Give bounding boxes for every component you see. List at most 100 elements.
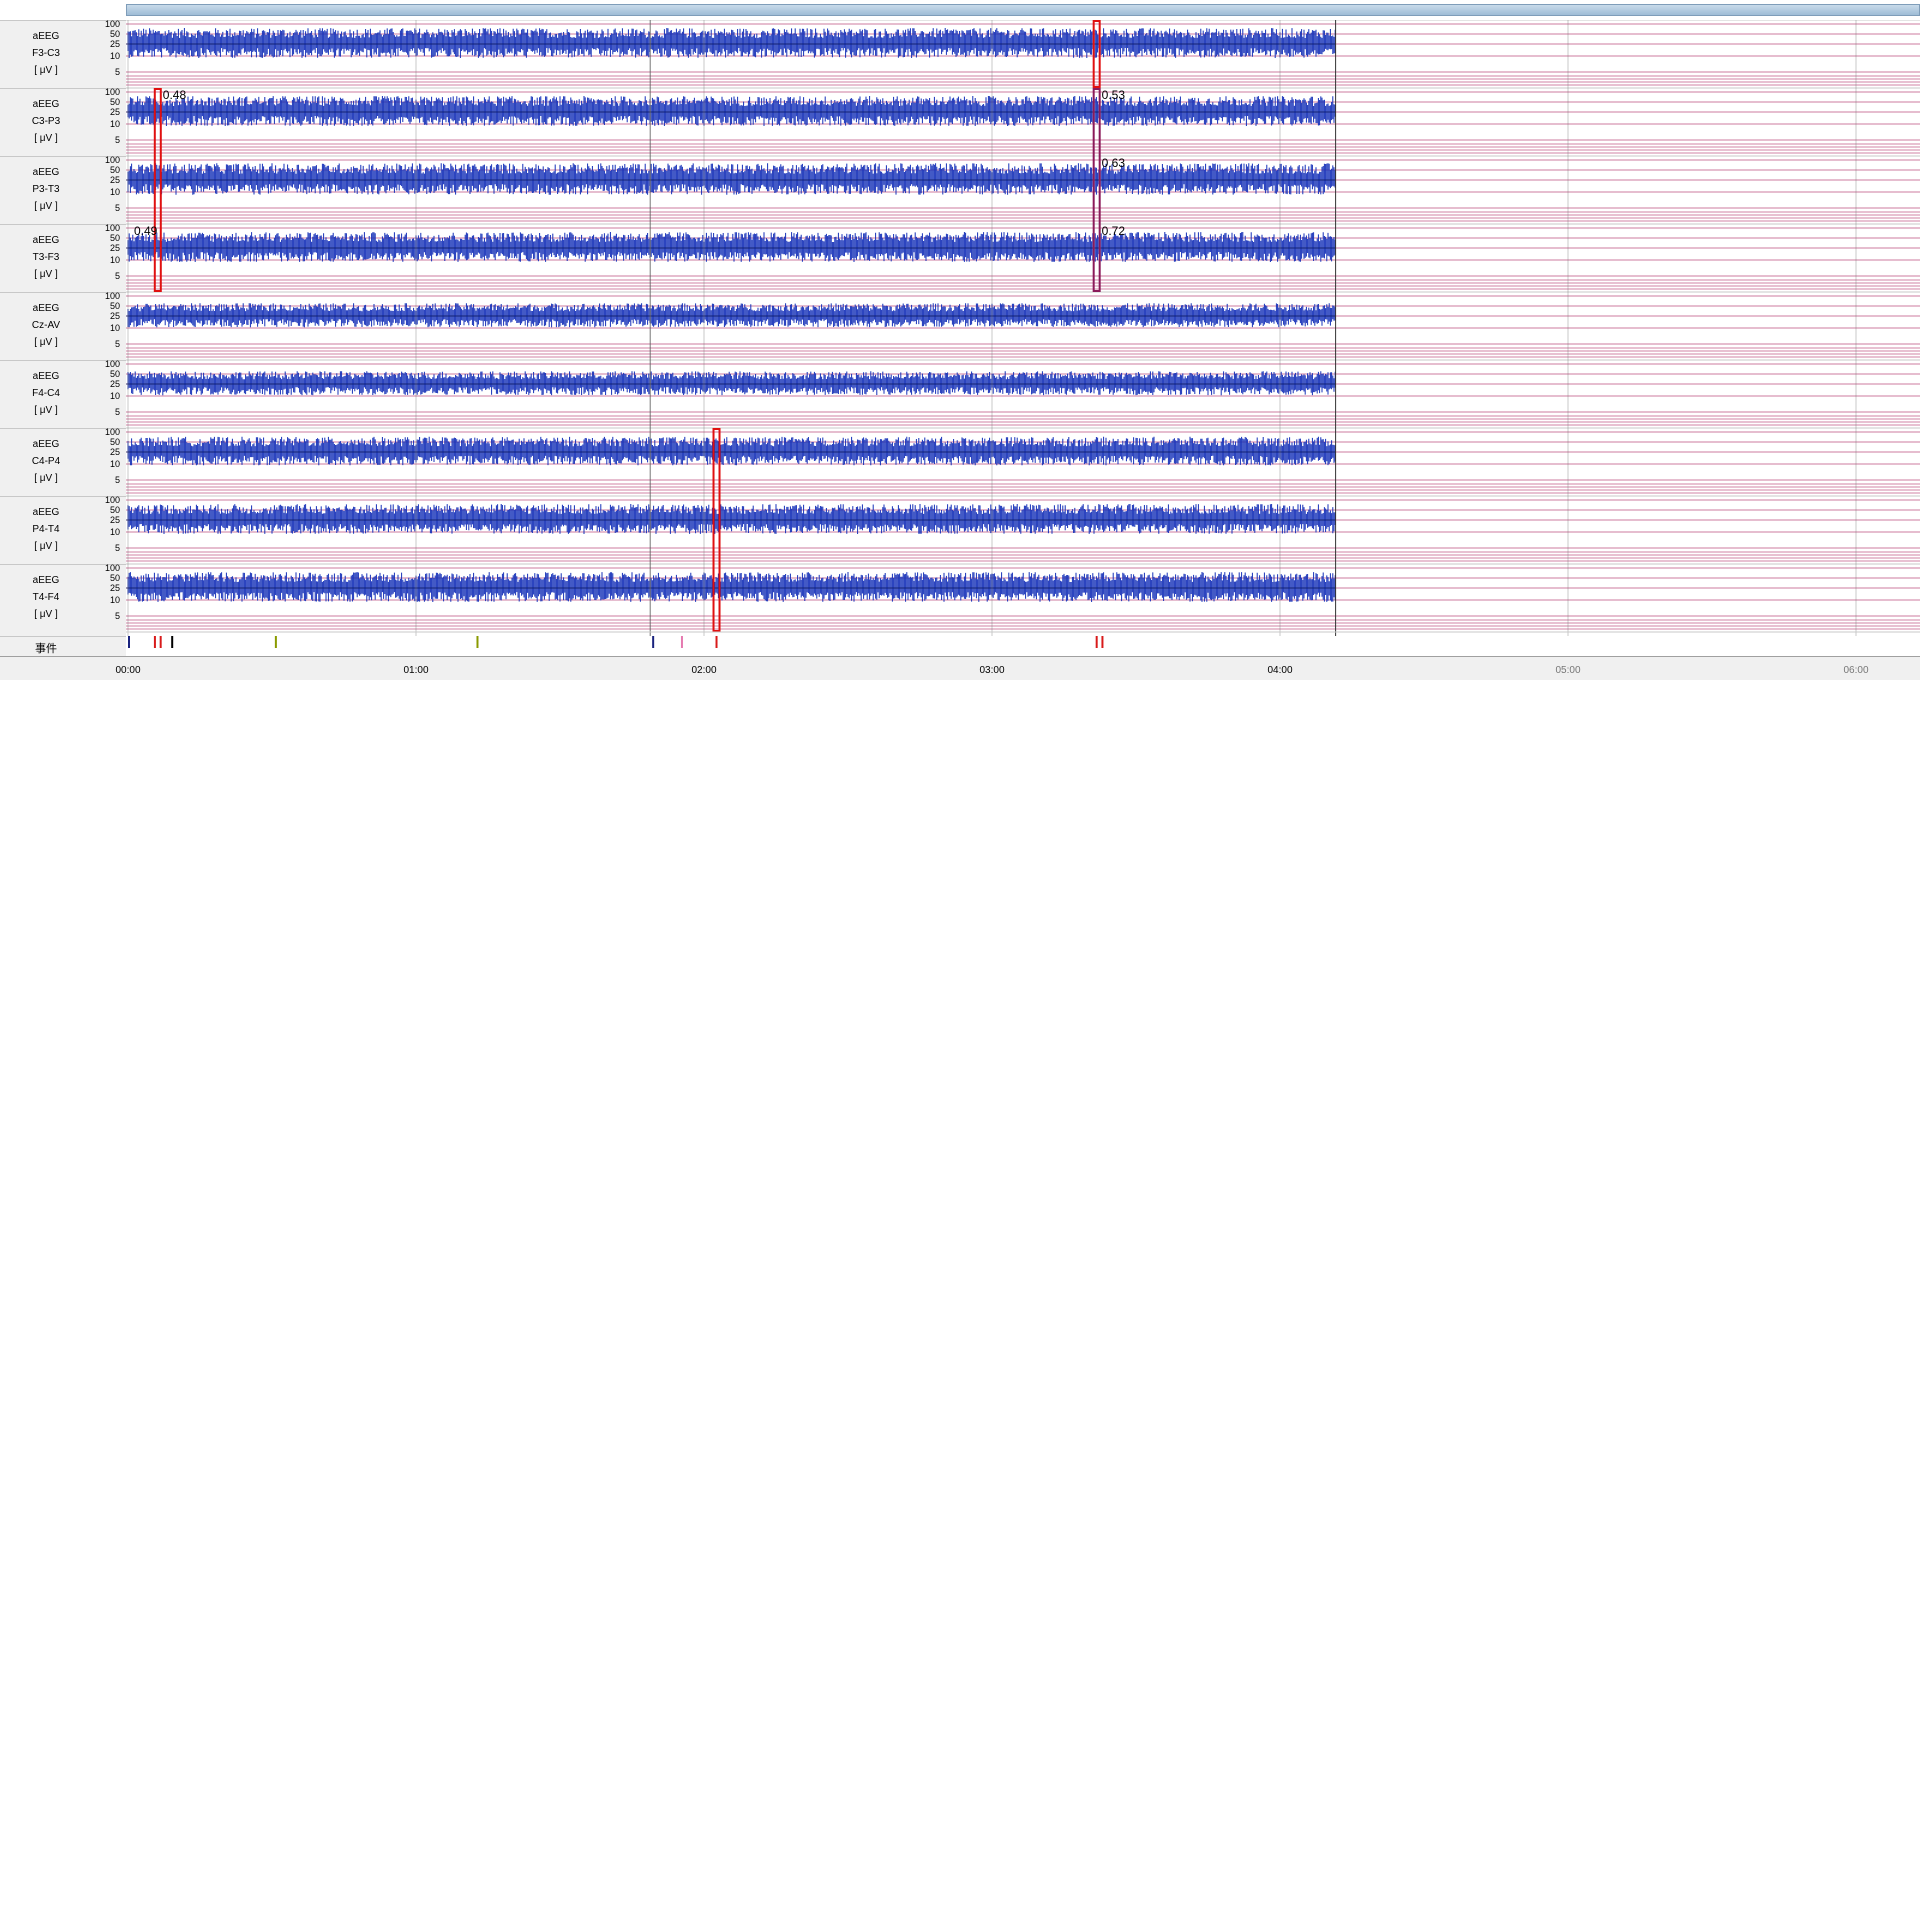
amplitude-tick: 25	[109, 515, 120, 525]
amplitude-tick: 5	[114, 543, 120, 553]
event-marker	[476, 636, 479, 648]
events-row-label: 事件	[0, 636, 126, 656]
amplitude-tick: 25	[109, 583, 120, 593]
channel-unit: [ μV ]	[34, 609, 58, 620]
channel-trace-f4-c4	[126, 359, 1920, 426]
annotation-value: 0.49	[134, 224, 158, 238]
amplitude-tick: 5	[114, 67, 120, 77]
event-marker	[1101, 636, 1104, 648]
time-axis: 00:00 01:00 02:00 03:00 04:00 05:00 06:00	[0, 656, 1920, 680]
channel-label-t4-f4[interactable]: aEEG T4-F4 [ μV ] 100 50 25 10 5	[0, 563, 126, 632]
channel-lead: F4-C4	[32, 388, 60, 399]
channel-type: aEEG	[32, 235, 60, 246]
amplitude-tick: 25	[109, 447, 120, 457]
channel-lead: P4-T4	[32, 524, 60, 535]
amplitude-tick: 50	[109, 97, 120, 107]
amplitude-tick: 100	[104, 291, 120, 301]
channel-trace-t3-f3	[126, 223, 1920, 290]
amplitude-tick: 5	[114, 339, 120, 349]
amplitude-tick: 5	[114, 135, 120, 145]
amplitude-tick: 100	[104, 223, 120, 233]
aeeg-band	[127, 96, 1336, 126]
amplitude-scale: 100 50 25 10 5	[92, 427, 122, 497]
amplitude-tick: 100	[104, 87, 120, 97]
channel-lead: T3-F3	[32, 252, 60, 263]
aeeg-band	[127, 371, 1336, 396]
aeeg-band	[127, 572, 1336, 602]
amplitude-tick: 10	[109, 187, 120, 197]
channel-type: aEEG	[32, 507, 60, 518]
amplitude-tick: 50	[109, 301, 120, 311]
event-marker	[128, 636, 130, 648]
channel-type: aEEG	[32, 99, 60, 110]
event-marker	[153, 636, 156, 648]
channel-label-f4-c4[interactable]: aEEG F4-C4 [ μV ] 100 50 25 10 5	[0, 359, 126, 428]
amplitude-tick: 25	[109, 39, 120, 49]
amplitude-tick: 50	[109, 573, 120, 583]
amplitude-tick: 100	[104, 563, 120, 573]
amplitude-tick: 50	[109, 165, 120, 175]
channel-unit: [ μV ]	[34, 405, 58, 416]
channel-label-cz-av[interactable]: aEEG Cz-AV [ μV ] 100 50 25 10 5	[0, 291, 126, 361]
event-highlight-box	[153, 88, 162, 292]
amplitude-tick: 25	[109, 175, 120, 185]
amplitude-tick: 50	[109, 29, 120, 39]
amplitude-tick: 5	[114, 203, 120, 213]
time-tick-label: 02:00	[691, 665, 717, 676]
channel-label-t3-f3[interactable]: aEEG T3-F3 [ μV ] 100 50 25 10 5	[0, 223, 126, 292]
events-label-text: 事件	[35, 643, 57, 655]
amplitude-tick: 10	[109, 323, 120, 333]
amplitude-tick: 10	[109, 595, 120, 605]
event-highlight-box	[712, 428, 721, 632]
aeeg-band	[127, 163, 1336, 195]
channel-type: aEEG	[32, 303, 60, 314]
channel-label-p4-t4[interactable]: aEEG P4-T4 [ μV ] 100 50 25 10 5	[0, 495, 126, 564]
channel-lead: P3-T3	[32, 184, 60, 195]
aeeg-trace-area[interactable]: 0.48 0.53 0.63 0.49 0.72	[126, 20, 1920, 676]
amplitude-tick: 50	[109, 437, 120, 447]
amplitude-scale: 100 50 25 10 5	[92, 291, 122, 361]
event-marker	[171, 636, 174, 648]
channel-lead: C3-P3	[31, 116, 61, 127]
time-tick-label: 06:00	[1843, 665, 1869, 676]
event-marker	[680, 636, 683, 648]
event-marker	[652, 636, 655, 648]
channel-label-f3-c3[interactable]: aEEG F3-C3 [ μV ] 100 50 25 10 5	[0, 19, 126, 88]
aeeg-band	[127, 28, 1336, 58]
amplitude-tick: 25	[109, 311, 120, 321]
channel-type: aEEG	[32, 167, 60, 178]
time-tick-label: 00:00	[115, 665, 141, 676]
channel-trace-p4-t4	[126, 495, 1920, 562]
channel-type: aEEG	[32, 439, 60, 450]
annotation-value: 0.53	[1102, 88, 1126, 102]
amplitude-tick: 100	[104, 155, 120, 165]
amplitude-tick: 100	[104, 359, 120, 369]
channel-lead: T4-F4	[32, 592, 60, 603]
channel-unit: [ μV ]	[34, 65, 58, 76]
channel-unit: [ μV ]	[34, 337, 58, 348]
channel-trace-f3-c3	[126, 20, 1920, 86]
amplitude-tick: 10	[109, 255, 120, 265]
amplitude-tick: 25	[109, 107, 120, 117]
event-marker	[715, 636, 718, 648]
time-tick-label: 03:00	[979, 665, 1005, 676]
amplitude-tick: 10	[109, 51, 120, 61]
amplitude-tick: 50	[109, 233, 120, 243]
channel-label-c4-p4[interactable]: aEEG C4-P4 [ μV ] 100 50 25 10 5	[0, 427, 126, 497]
channel-trace-cz-av	[126, 291, 1920, 358]
channel-unit: [ μV ]	[34, 269, 58, 280]
channel-label-p3-t3[interactable]: aEEG P3-T3 [ μV ] 100 50 25 10 5	[0, 155, 126, 224]
channel-trace-t4-f4	[126, 563, 1920, 630]
event-marker	[1095, 636, 1098, 648]
aeeg-band	[127, 436, 1336, 466]
amplitude-tick: 25	[109, 379, 120, 389]
channel-unit: [ μV ]	[34, 201, 58, 212]
channel-type: aEEG	[32, 575, 60, 586]
channel-trace-c3-p3	[126, 87, 1920, 154]
amplitude-tick: 50	[109, 369, 120, 379]
horizontal-scrollbar[interactable]	[126, 4, 1920, 16]
annotation-value: 0.48	[163, 88, 187, 102]
aeeg-band	[127, 303, 1336, 328]
amplitude-tick: 10	[109, 391, 120, 401]
channel-label-c3-p3[interactable]: aEEG C3-P3 [ μV ] 100 50 25 10 5	[0, 87, 126, 156]
